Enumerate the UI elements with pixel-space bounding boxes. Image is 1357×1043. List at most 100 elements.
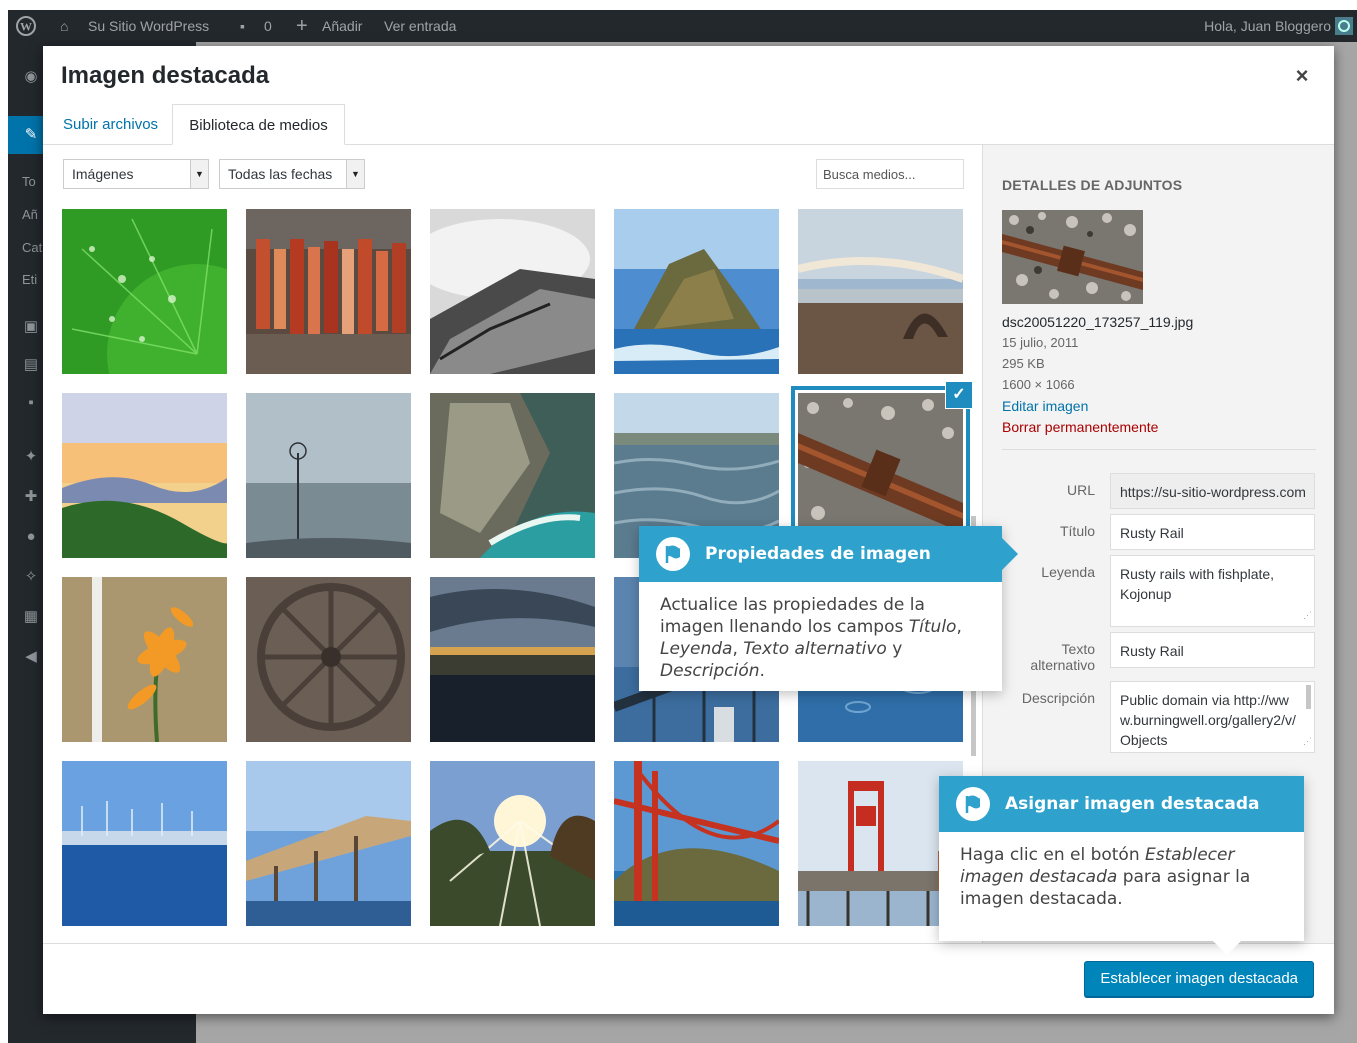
media-thumbnail[interactable] [430,577,595,742]
media-thumbnail[interactable] [246,209,411,374]
edit-image-link[interactable]: Editar imagen [1002,398,1088,414]
menu-fragment-1[interactable]: Añ [22,207,38,222]
tooltip-text: Actualice las propiedades de la imagen l… [660,595,925,637]
plus-icon: + [296,15,308,37]
tooltip-text: . [759,661,765,681]
user-greeting[interactable]: Hola, Juan Bloggero [1204,10,1331,42]
alt-text-label-line1: Texto [1061,641,1095,657]
media-icon[interactable]: ▣ [22,318,40,336]
attachment-filesize: 295 KB [1002,356,1045,371]
plugins-icon[interactable]: ✚ [22,488,40,506]
home-icon: ⌂ [60,18,69,34]
details-divider [1002,449,1316,450]
resize-grip-icon[interactable]: ⋰ [1303,605,1312,625]
alt-text-label-line2: alternativo [1030,657,1095,673]
attachment-dimensions: 1600 × 1066 [1002,377,1075,392]
collapse-icon[interactable]: ◀ [22,648,40,666]
comments-menu-icon[interactable]: ▪ [22,394,40,412]
media-thumbnail[interactable] [430,209,595,374]
media-thumbnail[interactable] [62,761,227,926]
media-thumbnail[interactable] [246,577,411,742]
dropdown-arrow-icon: ▼ [190,160,208,188]
assign-featured-tooltip: Asignar imagen destacada Haga clic en el… [939,776,1304,955]
tab-media-library[interactable]: Biblioteca de medios [172,104,345,145]
flag-icon [656,537,690,571]
delete-permanently-link[interactable]: Borrar permanentemente [1002,419,1158,435]
settings-icon[interactable]: ▦ [22,608,40,626]
caption-field-value: Rusty rails with fishplate, Kojonup [1120,566,1275,602]
image-properties-tooltip-title: Propiedades de imagen [705,544,931,564]
caption-label: Leyenda [1041,564,1095,580]
tooltip-arrow [1002,538,1018,570]
description-field[interactable]: Public domain via http://www.burningwell… [1110,681,1315,753]
modal-tabs: Subir archivos Biblioteca de medios [43,104,1334,145]
tools-icon[interactable]: ✧ [22,568,40,586]
title-label: Título [1059,523,1095,539]
media-thumbnail[interactable] [62,209,227,374]
tooltip-text: , [956,617,962,637]
description-field-value: Public domain via http://www.burningwell… [1120,692,1296,748]
site-name-link[interactable]: Su Sitio WordPress [88,10,209,42]
media-thumbnail[interactable] [614,209,779,374]
description-label: Descripción [1021,690,1095,706]
dashboard-icon[interactable]: ◉ [22,68,40,86]
media-thumbnail[interactable] [798,209,963,374]
attachment-preview [1002,210,1143,304]
title-field[interactable]: Rusty Rail [1110,514,1315,550]
media-thumbnail[interactable] [430,761,595,926]
tooltip-arrow [1213,941,1241,955]
date-filter-value: Todas las fechas [228,166,333,182]
image-properties-tooltip-body: Actualice las propiedades de la imagen l… [660,594,986,682]
alt-text-field[interactable]: Rusty Rail [1110,632,1315,668]
tooltip-text: , [732,639,744,659]
media-thumbnail[interactable] [62,577,227,742]
alt-text-label: Texto alternativo [1030,641,1095,673]
set-featured-image-button[interactable]: Establecer imagen destacada [1084,961,1314,997]
tab-upload-files[interactable]: Subir archivos [51,104,170,145]
media-thumbnail[interactable] [246,761,411,926]
wordpress-logo-icon[interactable]: W [16,10,36,42]
tooltip-text: y [886,639,903,659]
avatar[interactable] [1335,10,1355,42]
media-thumbnail[interactable] [246,393,411,558]
appearance-icon[interactable]: ✦ [22,448,40,466]
view-post-link[interactable]: Ver entrada [384,10,456,42]
date-filter[interactable]: Todas las fechas ▼ [219,159,365,189]
close-icon[interactable]: × [1290,64,1314,88]
media-search-input[interactable] [816,159,964,189]
comments-count[interactable]: 0 [264,10,272,42]
menu-fragment-2[interactable]: Cat [22,240,42,255]
pages-icon[interactable]: ▤ [22,356,40,374]
flag-icon [956,787,990,821]
tooltip-emphasis: Descripción [660,661,760,681]
assign-featured-tooltip-body: Haga clic en el botón Establecer imagen … [960,844,1288,910]
dropdown-arrow-icon: ▼ [346,160,364,188]
media-thumbnail[interactable] [614,761,779,926]
media-type-filter[interactable]: Imágenes ▼ [63,159,209,189]
svg-text:W: W [20,20,32,34]
tooltip-text: Haga clic en el botón [960,845,1146,865]
media-type-filter-value: Imágenes [72,166,134,182]
assign-featured-tooltip-header: Asignar imagen destacada [939,776,1304,832]
caption-field[interactable]: Rusty rails with fishplate, Kojonup ⋰ [1110,555,1315,627]
image-properties-tooltip: Propiedades de imagen Actualice las prop… [639,526,1018,691]
tooltip-emphasis: Texto alternativo [743,639,887,659]
menu-fragment-0[interactable]: To [22,174,36,189]
url-label: URL [1066,482,1095,498]
description-scrollbar[interactable] [1306,685,1311,709]
checkmark-icon[interactable]: ✓ [945,381,973,409]
modal-title: Imagen destacada [61,62,270,89]
assign-featured-tooltip-title: Asignar imagen destacada [1005,794,1260,814]
add-new-link[interactable]: Añadir [322,10,362,42]
comments-icon[interactable]: ▪ [240,10,245,42]
admin-bar: W ⌂ Su Sitio WordPress ▪ 0 + Añadir Ver … [8,10,1357,42]
media-thumbnail[interactable] [430,393,595,558]
menu-fragment-3[interactable]: Eti [22,272,37,287]
media-thumbnail[interactable] [62,393,227,558]
tooltip-emphasis: Título [908,617,957,637]
attachment-filename: dsc20051220_173257_119.jpg [1002,314,1194,330]
resize-grip-icon[interactable]: ⋰ [1303,731,1312,751]
url-field[interactable]: https://su-sitio-wordpress.com [1110,473,1315,509]
users-icon[interactable]: ● [22,528,40,546]
image-properties-tooltip-header: Propiedades de imagen [639,526,1002,582]
